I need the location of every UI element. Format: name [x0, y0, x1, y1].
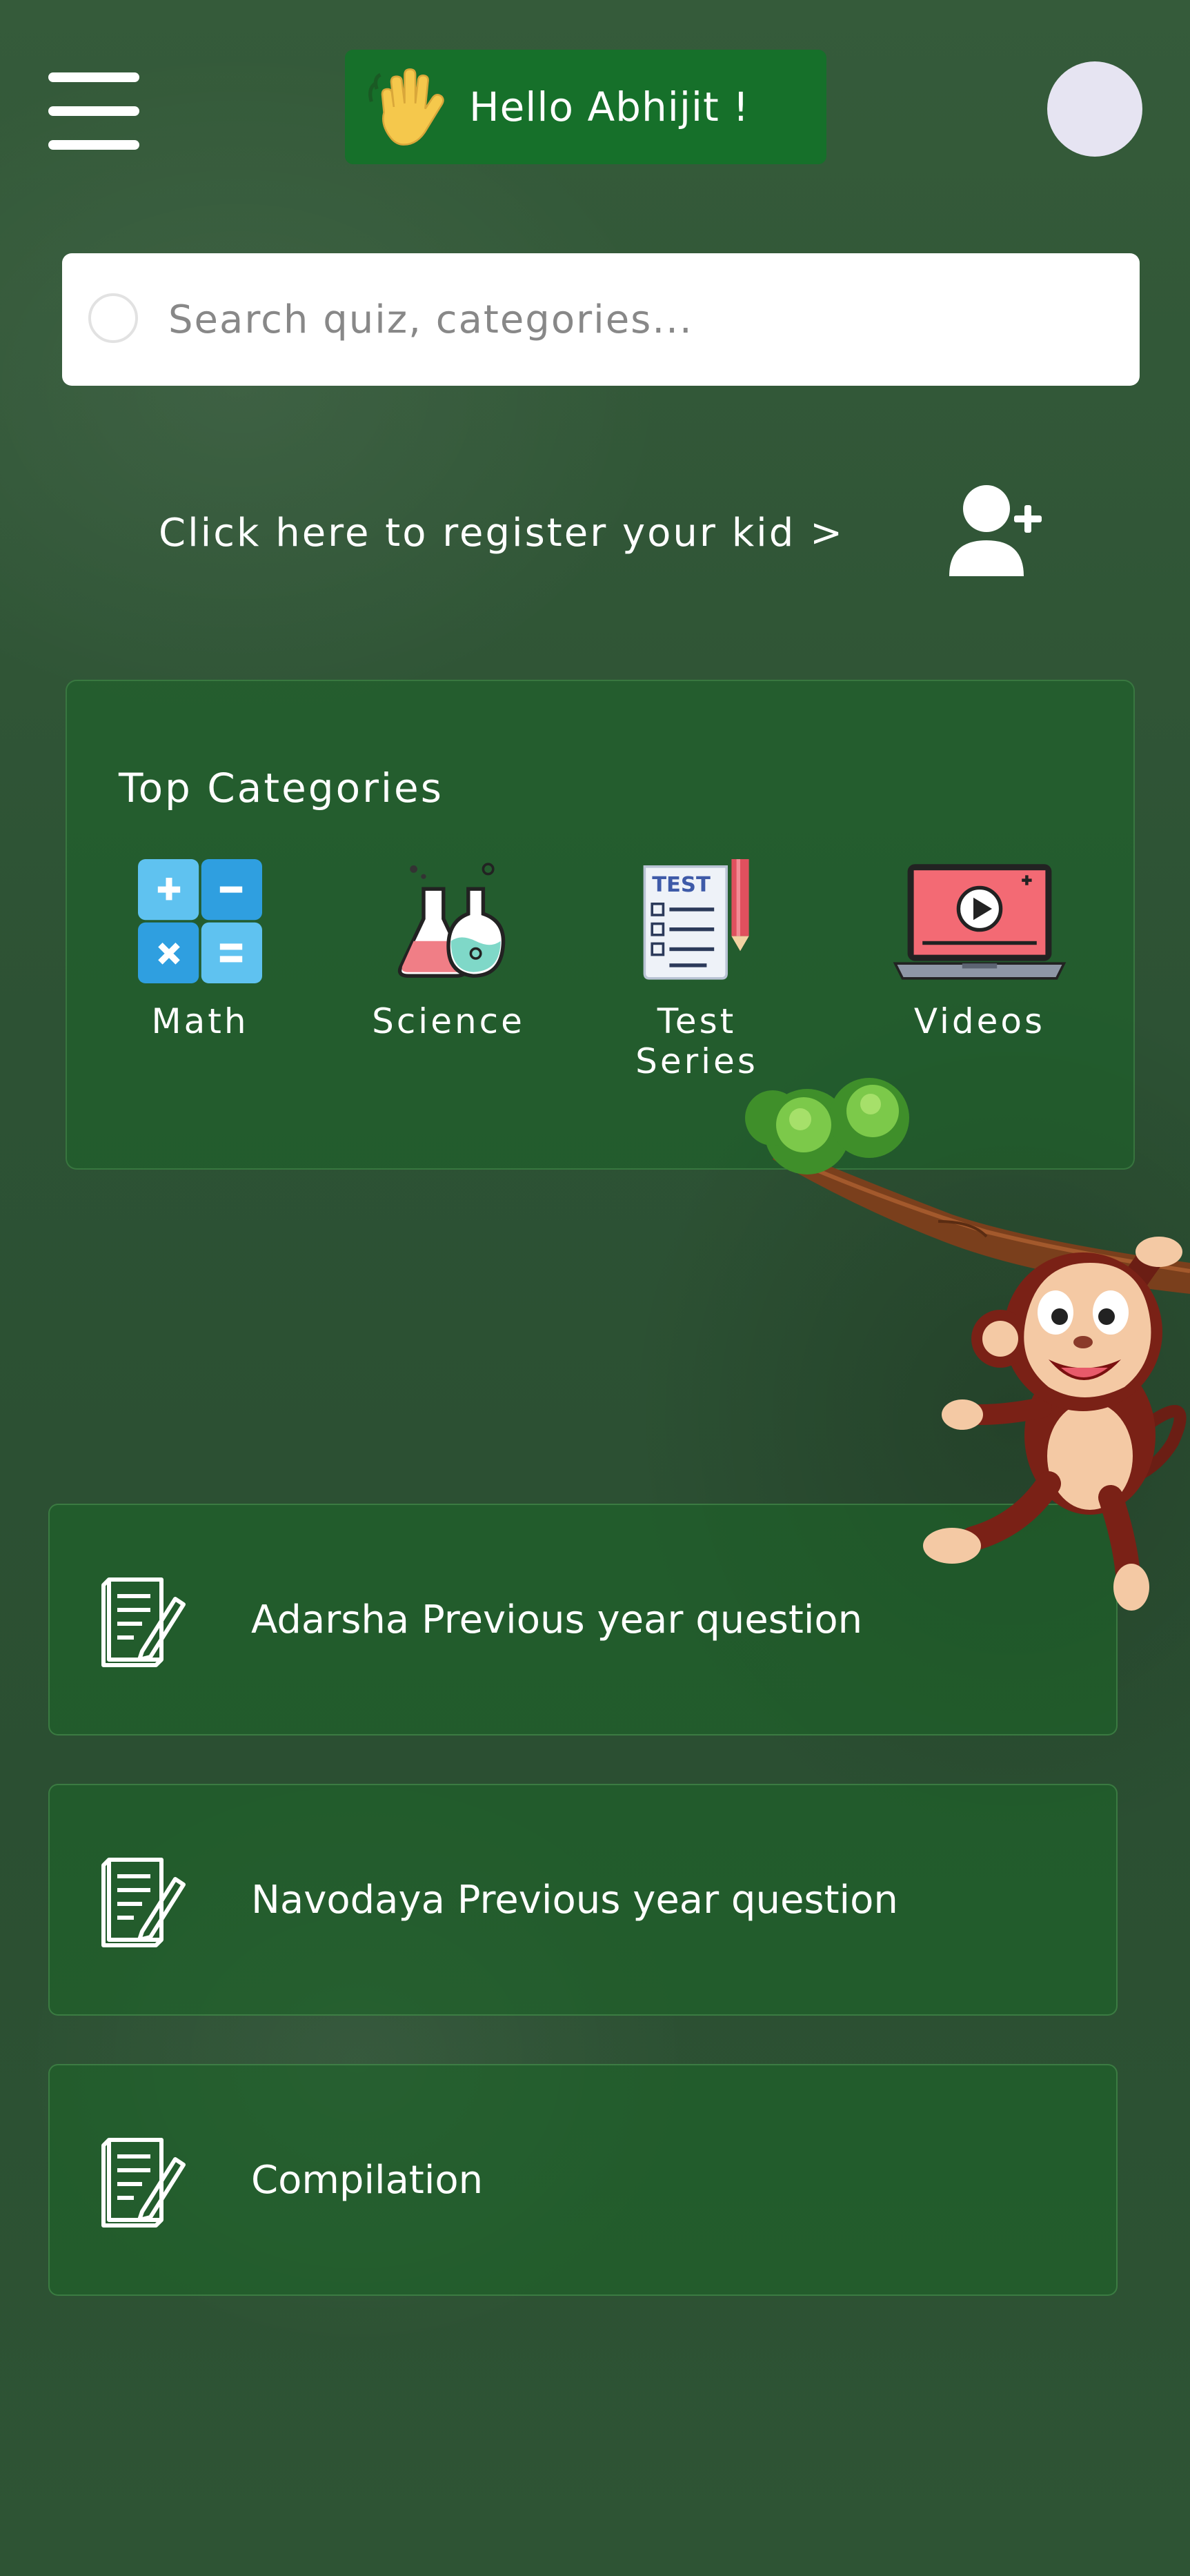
test-badge-text: TEST	[652, 873, 711, 897]
category-label: Math	[151, 1001, 249, 1041]
search-input[interactable]	[167, 296, 1067, 343]
test-sheet-icon: TEST	[643, 859, 749, 980]
list-item-navodaya[interactable]: Navodaya Previous year question	[48, 1784, 1118, 2016]
waving-hand-icon	[368, 68, 444, 146]
video-laptop-icon	[893, 864, 1067, 980]
categories-title: Top Categories	[119, 765, 444, 812]
document-edit-icon	[101, 1577, 186, 1667]
document-edit-icon	[101, 1858, 186, 1947]
search-icon	[88, 293, 138, 343]
greeting-text: Hello Abhijit !	[469, 83, 750, 130]
menu-bar	[48, 140, 139, 150]
greeting-banner: Hello Abhijit !	[345, 50, 826, 164]
hamburger-menu-button[interactable]	[48, 72, 139, 150]
category-test-series[interactable]: TEST Test Series	[593, 859, 800, 1081]
category-label: Videos	[913, 1001, 1046, 1041]
flask-icon	[397, 863, 506, 978]
menu-bar	[48, 106, 139, 116]
category-math[interactable]: Math	[97, 859, 304, 1041]
add-user-icon[interactable]	[945, 480, 1042, 583]
list-item-compilation[interactable]: Compilation	[48, 2064, 1118, 2296]
document-edit-icon	[101, 2138, 186, 2228]
search-bar[interactable]	[62, 253, 1140, 386]
list-item-label: Navodaya Previous year question	[251, 1877, 898, 1923]
category-science[interactable]: Science	[345, 859, 552, 1041]
monkey-mascot-illustration	[745, 1078, 1190, 1611]
category-videos[interactable]: Videos	[876, 859, 1083, 1041]
calculator-icon	[138, 859, 262, 983]
category-label: Science	[372, 1001, 525, 1041]
avatar[interactable]	[1047, 61, 1142, 157]
list-item-label: Compilation	[251, 2157, 484, 2203]
menu-bar	[48, 72, 139, 82]
register-kid-link[interactable]: Click here to register your kid >	[159, 511, 844, 555]
